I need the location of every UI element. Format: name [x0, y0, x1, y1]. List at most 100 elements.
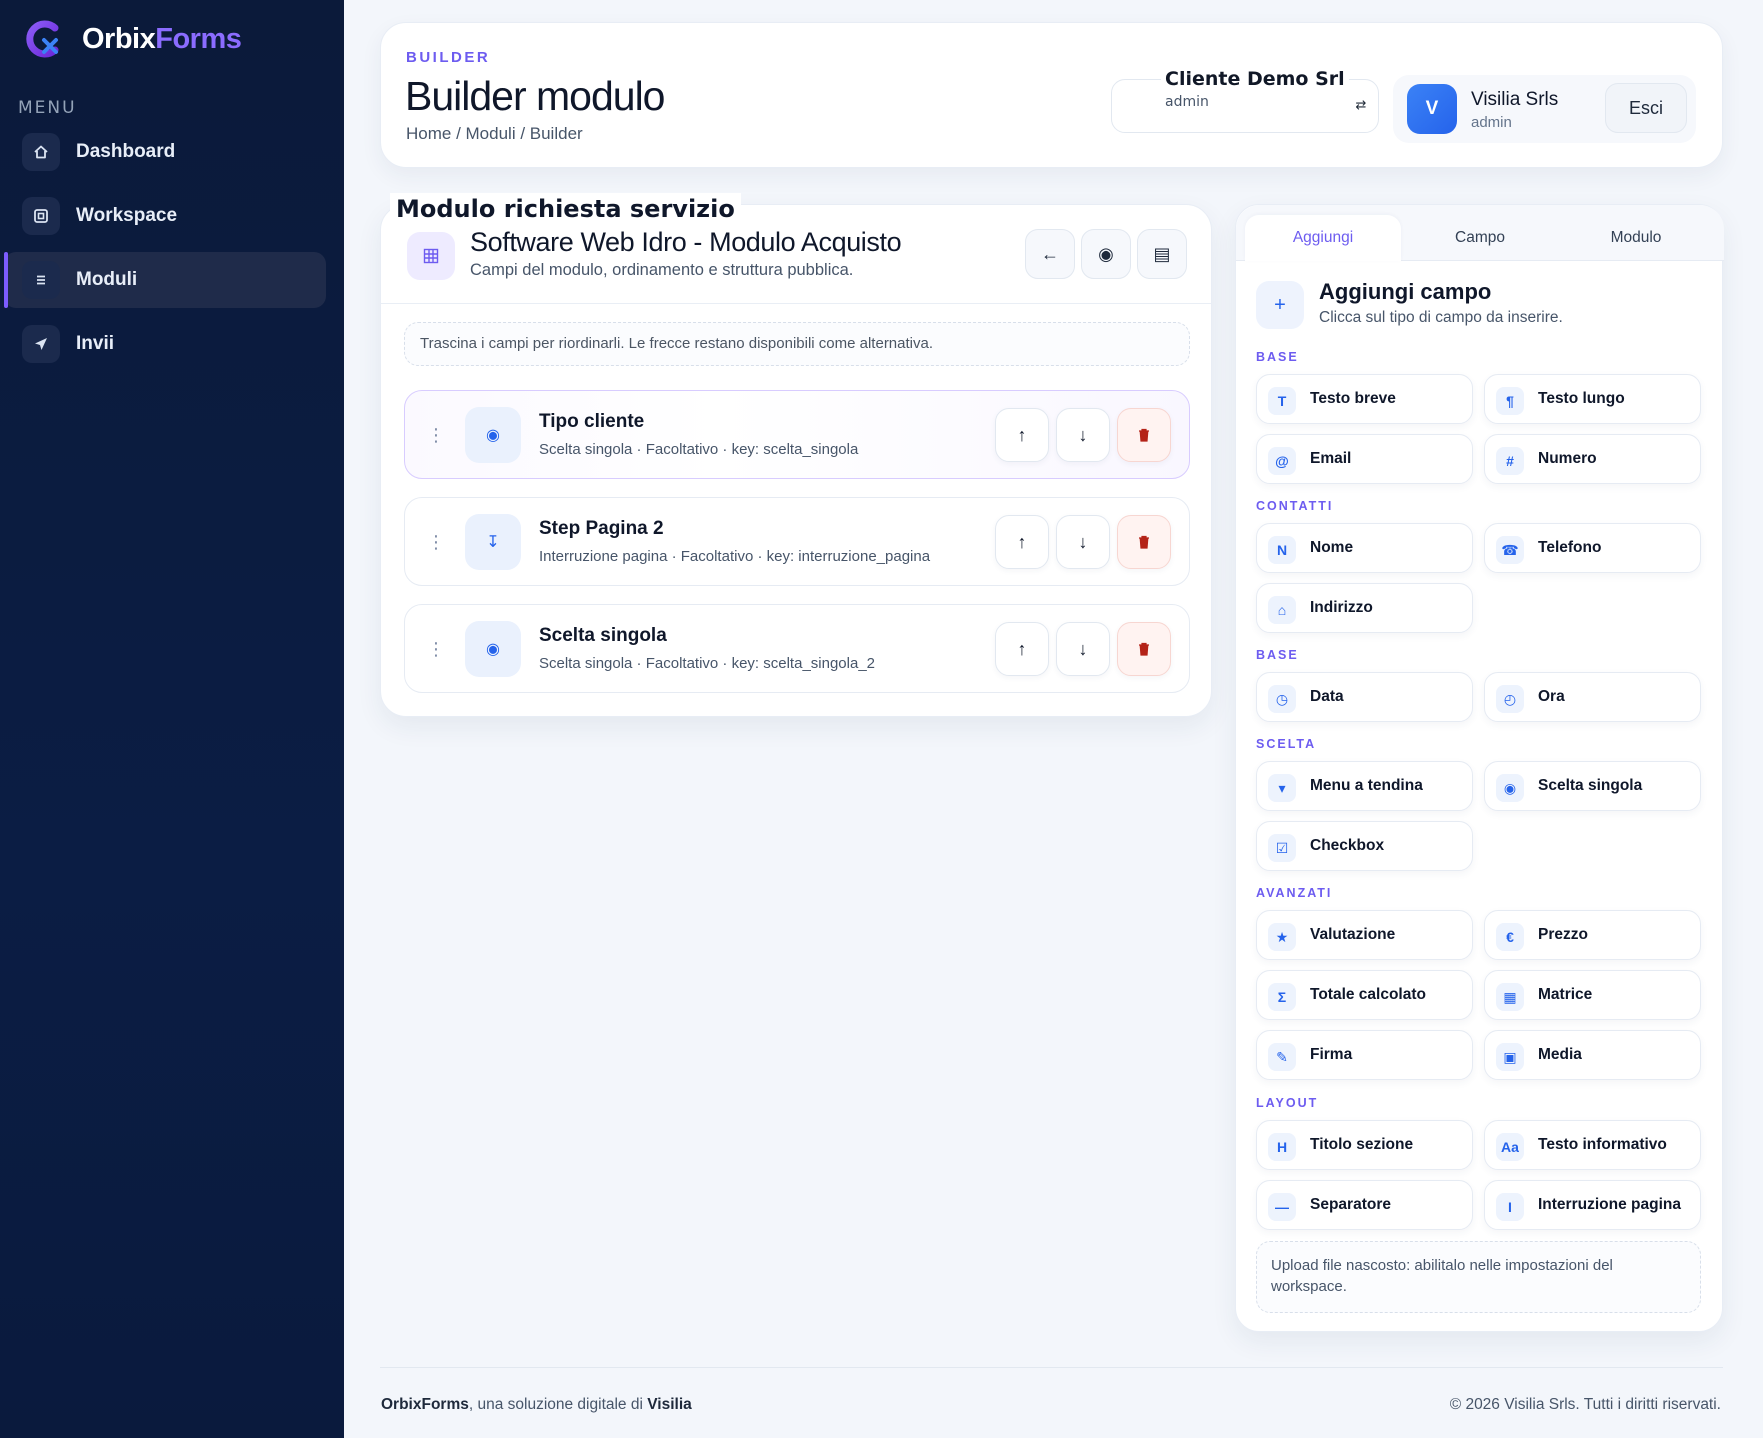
add-telefono-button[interactable]: ☎ Telefono	[1484, 523, 1701, 573]
field-meta: Scelta singola · Facoltativo · key: scel…	[539, 441, 859, 458]
sidebar-item-invii[interactable]: Invii	[4, 316, 326, 372]
section-label-base: BASE	[1256, 350, 1299, 364]
field-meta: Scelta singola · Facoltativo · key: scel…	[539, 655, 876, 672]
add-email-button[interactable]: @ Email	[1256, 434, 1473, 484]
radio-icon: ◉	[465, 621, 521, 677]
user-name: Visilia Srls	[1471, 89, 1559, 110]
house-icon: ⌂	[1268, 596, 1296, 624]
add-field-subtitle: Clicca sul tipo di campo da inserire.	[1319, 309, 1563, 326]
move-down-button[interactable]: ↓	[1056, 515, 1110, 569]
delete-button[interactable]	[1117, 408, 1171, 462]
move-up-button[interactable]: ↑	[995, 622, 1049, 676]
footer-company-link[interactable]: Visilia	[647, 1396, 692, 1413]
add-menu-a-tendina-button[interactable]: ▾ Menu a tendina	[1256, 761, 1473, 811]
tab-aggiungi[interactable]: Aggiungi	[1245, 215, 1401, 261]
add-titolo-sezione-button[interactable]: H Titolo sezione	[1256, 1120, 1473, 1170]
add-firma-button[interactable]: ✎ Firma	[1256, 1030, 1473, 1080]
form-title: Software Web Idro - Modulo Acquisto	[470, 227, 902, 257]
add-data-button[interactable]: ◷ Data	[1256, 672, 1473, 722]
add-prezzo-button[interactable]: € Prezzo	[1484, 910, 1701, 960]
drag-handle-icon[interactable]: ⋮	[427, 530, 445, 554]
add-checkbox-button[interactable]: ☑ Checkbox	[1256, 821, 1473, 871]
move-down-button[interactable]: ↓	[1056, 622, 1110, 676]
back-button[interactable]: ←	[1025, 229, 1075, 279]
home-icon	[22, 133, 60, 171]
add-matrice-button[interactable]: ▦ Matrice	[1484, 970, 1701, 1020]
divider	[381, 303, 1211, 304]
delete-button[interactable]	[1117, 622, 1171, 676]
add-media-button[interactable]: ▣ Media	[1484, 1030, 1701, 1080]
workspace-icon	[22, 197, 60, 235]
field-name: Scelta singola	[539, 625, 667, 646]
add-indirizzo-button[interactable]: ⌂ Indirizzo	[1256, 583, 1473, 633]
trash-icon	[1139, 642, 1149, 656]
breadcrumb[interactable]: Home / Moduli / Builder	[406, 124, 583, 144]
orbixforms-logo-icon	[22, 18, 64, 60]
sidebar-item-moduli[interactable]: Moduli	[4, 252, 326, 308]
client-info[interactable]: Cliente Demo Srl admin	[1161, 68, 1349, 110]
user-role: admin	[1471, 114, 1512, 131]
add-nome-button[interactable]: N Nome	[1256, 523, 1473, 573]
text-icon: T	[1268, 387, 1296, 415]
field-row[interactable]: ⋮ ◉ Tipo cliente Scelta singola · Facolt…	[404, 390, 1190, 479]
add-valutazione-button[interactable]: ★ Valutazione	[1256, 910, 1473, 960]
form-settings-button[interactable]: ▤	[1137, 229, 1187, 279]
add-interruzione-pagina-button[interactable]: I Interruzione pagina	[1484, 1180, 1701, 1230]
info-text-icon: Aa	[1496, 1133, 1524, 1161]
sidebar-item-workspace[interactable]: Workspace	[4, 188, 326, 244]
separator-icon: —	[1268, 1193, 1296, 1221]
field-row[interactable]: ⋮ ◉ Scelta singola Scelta singola · Faco…	[404, 604, 1190, 693]
delete-button[interactable]	[1117, 515, 1171, 569]
move-down-button[interactable]: ↓	[1056, 408, 1110, 462]
sidebar-item-label: Dashboard	[76, 141, 176, 162]
avatar[interactable]: V	[1407, 84, 1457, 134]
field-palette-panel: Aggiungi Campo Modulo + Aggiungi campo C…	[1235, 204, 1724, 1332]
tab-campo[interactable]: Campo	[1402, 215, 1558, 261]
move-up-button[interactable]: ↑	[995, 515, 1049, 569]
section-label-contatti: CONTATTI	[1256, 499, 1334, 513]
brand[interactable]: OrbixForms	[22, 18, 242, 60]
hash-icon: #	[1496, 447, 1524, 475]
add-testo-informativo-button[interactable]: Aa Testo informativo	[1484, 1120, 1701, 1170]
radio-icon: ◉	[465, 407, 521, 463]
footer-copyright: © 2026 Visilia Srls. Tutti i diritti ris…	[1449, 1396, 1721, 1413]
panel-tabs: Aggiungi Campo Modulo	[1236, 205, 1724, 261]
tab-modulo[interactable]: Modulo	[1558, 215, 1714, 261]
upload-note: Upload file nascosto: abilitalo nelle im…	[1256, 1241, 1701, 1313]
trash-icon	[1139, 535, 1149, 549]
form-fields-card: Software Web Idro - Modulo Acquisto Camp…	[380, 204, 1212, 717]
drag-handle-icon[interactable]: ⋮	[427, 423, 445, 447]
form-overlay-title: Modulo richiesta servizio	[390, 193, 741, 225]
page-header: BUILDER Builder modulo Home / Moduli / B…	[380, 22, 1723, 168]
drag-handle-icon[interactable]: ⋮	[427, 637, 445, 661]
preview-button[interactable]: ◉	[1081, 229, 1131, 279]
add-testo-lungo-button[interactable]: ¶ Testo lungo	[1484, 374, 1701, 424]
sidebar-item-dashboard[interactable]: Dashboard	[4, 124, 326, 180]
add-totale-calcolato-button[interactable]: Σ Totale calcolato	[1256, 970, 1473, 1020]
page-title: Builder modulo	[405, 73, 665, 119]
add-scelta-singola-button[interactable]: ◉ Scelta singola	[1484, 761, 1701, 811]
sidebar-item-label: Invii	[76, 333, 115, 354]
add-separatore-button[interactable]: — Separatore	[1256, 1180, 1473, 1230]
section-label-layout: LAYOUT	[1256, 1096, 1319, 1110]
field-row[interactable]: ⋮ ↧ Step Pagina 2 Interruzione pagina · …	[404, 497, 1190, 586]
add-ora-button[interactable]: ◴ Ora	[1484, 672, 1701, 722]
reorder-hint: Trascina i campi per riordinarli. Le fre…	[404, 322, 1190, 366]
checkbox-icon: ☑	[1268, 834, 1296, 862]
sidebar-nav: Dashboard Workspace Moduli Invii	[4, 124, 326, 380]
matrix-icon: ▦	[1496, 983, 1524, 1011]
move-up-button[interactable]: ↑	[995, 408, 1049, 462]
add-testo-breve-button[interactable]: T Testo breve	[1256, 374, 1473, 424]
list-icon	[22, 261, 60, 299]
star-icon: ★	[1268, 923, 1296, 951]
page-break-icon: ↧	[465, 514, 521, 570]
section-label-scelta: SCELTA	[1256, 737, 1317, 751]
switch-icon[interactable]: ⇄	[1353, 97, 1369, 113]
logout-button[interactable]: Esci	[1605, 83, 1687, 133]
section-label-avanzati: AVANZATI	[1256, 886, 1333, 900]
client-name: Cliente Demo Srl	[1165, 68, 1345, 90]
send-icon	[22, 325, 60, 363]
add-numero-button[interactable]: # Numero	[1484, 434, 1701, 484]
plus-icon: +	[1256, 281, 1304, 329]
form-subtitle: Campi del modulo, ordinamento e struttur…	[470, 261, 854, 279]
